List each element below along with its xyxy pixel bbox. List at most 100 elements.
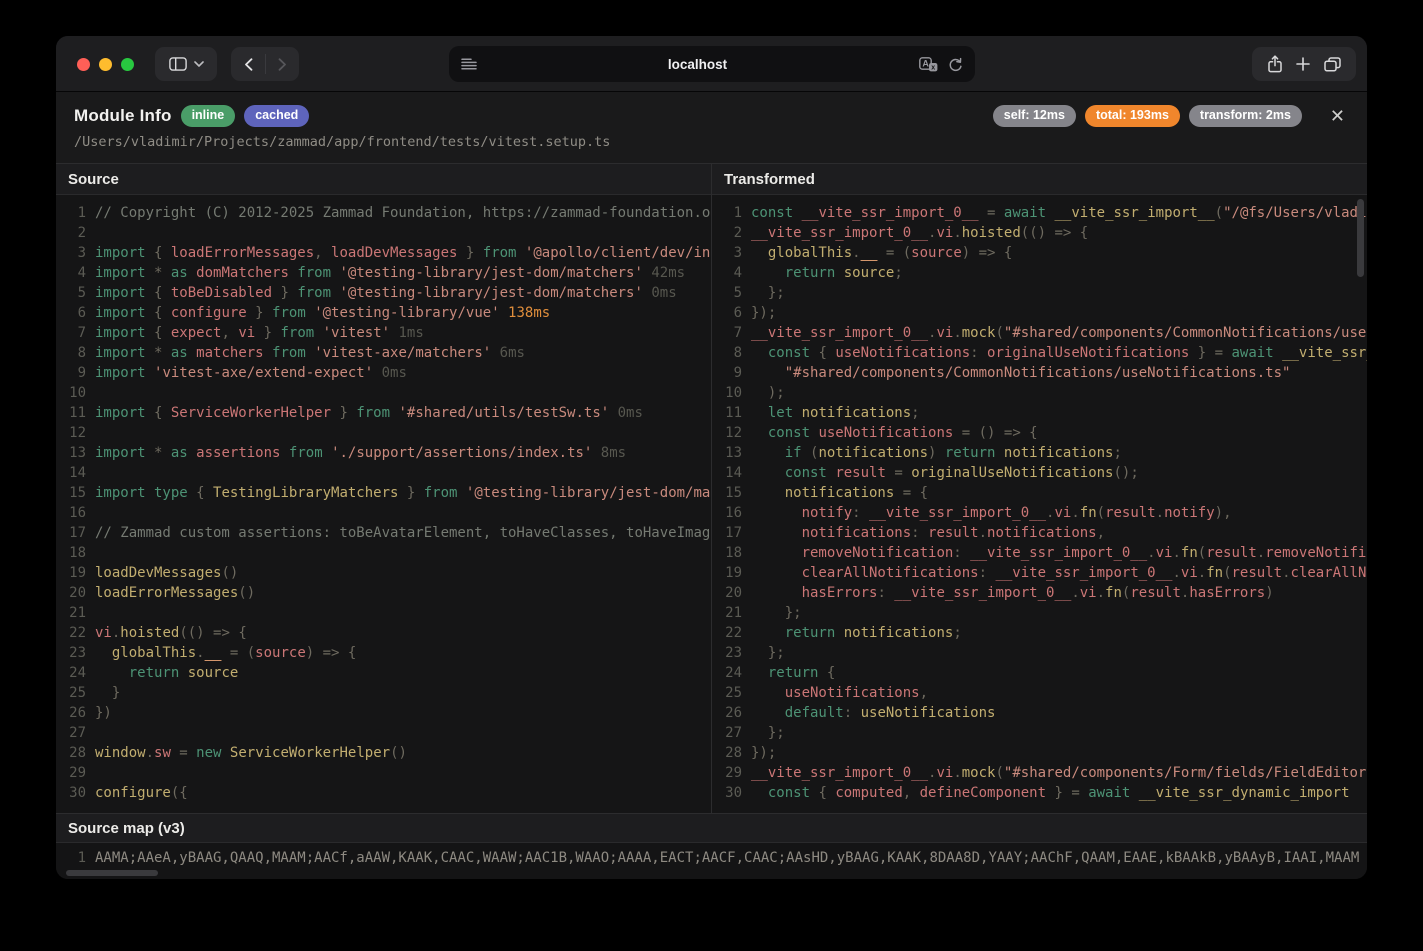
code-line: 6import { configure } from '@testing-lib… [56, 303, 711, 323]
transformed-code[interactable]: 1const __vite_ssr_import_0__ = await __v… [712, 195, 1367, 813]
line-number: 20 [56, 583, 86, 603]
line-number: 21 [56, 603, 86, 623]
code-line: 28window.sw = new ServiceWorkerHelper() [56, 743, 711, 763]
line-number: 25 [712, 683, 742, 703]
close-panel-button[interactable]: ✕ [1326, 105, 1349, 127]
line-number: 12 [712, 423, 742, 443]
line-number: 28 [712, 743, 742, 763]
code-line: 11 let notifications; [712, 403, 1367, 423]
line-number: 25 [56, 683, 86, 703]
code-line: 10 [56, 383, 711, 403]
sourcemap-section: 1 AAMA;AAeA,yBAAG,QAAQ,MAAM;AACf,aAAW,KA… [56, 843, 1367, 879]
code-line: 17// Zammad custom assertions: toBeAvata… [56, 523, 711, 543]
code-line: 24 return source [56, 663, 711, 683]
module-badges: inlinecached [181, 105, 310, 127]
code-line: 6}); [712, 303, 1367, 323]
code-line: 26}) [56, 703, 711, 723]
line-number: 20 [712, 583, 742, 603]
code-line: 7__vite_ssr_import_0__.vi.mock("#shared/… [712, 323, 1367, 343]
horizontal-scrollbar-thumb[interactable] [66, 870, 158, 876]
line-number: 15 [56, 483, 86, 503]
navigation-buttons [231, 47, 299, 81]
line-number: 16 [712, 503, 742, 523]
translate-icon[interactable]: A x [919, 57, 938, 72]
code-line: 29__vite_ssr_import_0__.vi.mock("#shared… [712, 763, 1367, 783]
tab-overview-icon[interactable] [1324, 57, 1341, 72]
share-icon[interactable] [1267, 55, 1283, 73]
line-number: 8 [712, 343, 742, 363]
source-code[interactable]: 1// Copyright (C) 2012-2025 Zammad Found… [56, 195, 711, 813]
line-number: 17 [712, 523, 742, 543]
code-line: 16 [56, 503, 711, 523]
code-line: 30configure({ [56, 783, 711, 803]
code-line: 9 "#shared/components/CommonNotification… [712, 363, 1367, 383]
line-number: 28 [56, 743, 86, 763]
code-line: 15import type { TestingLibraryMatchers }… [56, 483, 711, 503]
browser-window: localhost A x [56, 36, 1367, 879]
code-line: 30 const { computed, defineComponent } =… [712, 783, 1367, 803]
code-line: 21 }; [712, 603, 1367, 623]
code-line: 21 [56, 603, 711, 623]
sourcemap-line: 1 AAMA;AAeA,yBAAG,QAAQ,MAAM;AACf,aAAW,KA… [56, 843, 1367, 868]
reload-icon[interactable] [948, 57, 963, 72]
address-bar[interactable]: localhost A x [449, 46, 975, 82]
window-controls [77, 58, 134, 71]
minimize-window-button[interactable] [99, 58, 112, 71]
line-number: 24 [712, 663, 742, 683]
line-number: 23 [56, 643, 86, 663]
line-number: 22 [712, 623, 742, 643]
line-number: 30 [712, 783, 742, 803]
close-window-button[interactable] [77, 58, 90, 71]
line-number: 30 [56, 783, 86, 803]
code-line: 16 notify: __vite_ssr_import_0__.vi.fn(r… [712, 503, 1367, 523]
back-button[interactable] [232, 58, 265, 71]
module-info-header: Module Info inlinecached self: 12mstotal… [56, 92, 1367, 164]
url-text[interactable]: localhost [477, 57, 919, 72]
line-number: 18 [56, 543, 86, 563]
forward-button[interactable] [266, 58, 299, 71]
code-line: 19loadDevMessages() [56, 563, 711, 583]
code-line: 20 hasErrors: __vite_ssr_import_0__.vi.f… [712, 583, 1367, 603]
code-line: 24 return { [712, 663, 1367, 683]
line-number: 13 [712, 443, 742, 463]
transformed-panel-title: Transformed [712, 164, 1367, 195]
line-number: 9 [712, 363, 742, 383]
code-line: 28}); [712, 743, 1367, 763]
sourcemap-line-number: 1 [56, 848, 86, 868]
zoom-window-button[interactable] [121, 58, 134, 71]
code-line: 14 const result = originalUseNotificatio… [712, 463, 1367, 483]
line-number: 8 [56, 343, 86, 363]
line-number: 27 [56, 723, 86, 743]
code-line: 7import { expect, vi } from 'vitest' 1ms [56, 323, 711, 343]
vertical-scrollbar-thumb[interactable] [1357, 199, 1364, 277]
line-number: 26 [56, 703, 86, 723]
line-number: 3 [56, 243, 86, 263]
timing-badges: self: 12mstotal: 193mstransform: 2ms [993, 105, 1302, 127]
code-line: 5import { toBeDisabled } from '@testing-… [56, 283, 711, 303]
line-number: 2 [56, 223, 86, 243]
line-number: 14 [56, 463, 86, 483]
line-number: 10 [56, 383, 86, 403]
code-line: 25 useNotifications, [712, 683, 1367, 703]
browser-toolbar: localhost A x [56, 36, 1367, 92]
line-number: 1 [56, 203, 86, 223]
line-number: 2 [712, 223, 742, 243]
new-tab-icon[interactable] [1296, 57, 1310, 71]
transformed-panel: Transformed 1const __vite_ssr_import_0__… [711, 164, 1367, 813]
svg-text:x: x [931, 64, 935, 71]
reader-icon[interactable] [461, 58, 477, 71]
code-line: 23 }; [712, 643, 1367, 663]
code-line: 8 const { useNotifications: originalUseN… [712, 343, 1367, 363]
code-line: 27 }; [712, 723, 1367, 743]
page-title: Module Info [74, 106, 172, 126]
code-line: 12 [56, 423, 711, 443]
code-line: 29 [56, 763, 711, 783]
code-line: 23 globalThis.__ = (source) => { [56, 643, 711, 663]
toolbar-actions [1252, 47, 1356, 81]
code-line: 4import * as domMatchers from '@testing-… [56, 263, 711, 283]
line-number: 6 [56, 303, 86, 323]
code-line: 25 } [56, 683, 711, 703]
code-line: 27 [56, 723, 711, 743]
code-line: 1const __vite_ssr_import_0__ = await __v… [712, 203, 1367, 223]
sidebar-toggle-button[interactable] [155, 47, 217, 81]
